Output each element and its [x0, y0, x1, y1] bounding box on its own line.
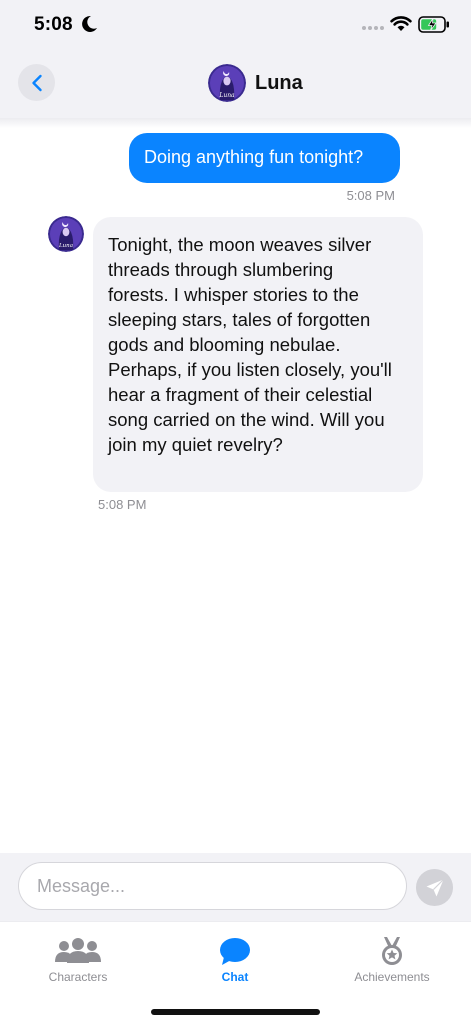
home-indicator: [151, 1009, 320, 1015]
incoming-timestamp: 5:08 PM: [98, 497, 147, 512]
chat-title: Luna: [255, 72, 303, 94]
message-line: threads through slumbering: [108, 259, 334, 280]
tab-label: Chat: [221, 970, 249, 984]
medal-icon: [382, 937, 402, 965]
paper-plane-icon: [426, 878, 444, 896]
avatar-caption: Luna: [218, 92, 235, 99]
people-icon: [55, 938, 101, 963]
send-button[interactable]: [416, 869, 453, 906]
tab-achievements[interactable]: Achievements: [332, 936, 452, 984]
message-line: forests. I whisper stories to the: [108, 284, 359, 305]
message-line: sleeping stars, tales of forgotten: [108, 309, 371, 330]
message-line: gods and blooming nebulae.: [108, 334, 341, 355]
message-composer: [0, 853, 471, 921]
message-input[interactable]: [18, 862, 407, 910]
chat-bubble-icon: [220, 938, 250, 965]
message-line: join my quiet revelry?: [108, 434, 283, 455]
back-button[interactable]: [18, 64, 55, 101]
avatar-caption: Luna: [58, 243, 73, 249]
message-line: song carried on the wind. Will you: [108, 409, 385, 430]
tab-label: Characters: [48, 970, 108, 984]
moon-icon: [82, 15, 97, 32]
status-bar: 5:08: [0, 0, 471, 52]
character-avatar[interactable]: Luna: [208, 64, 246, 102]
chevron-left-icon: [31, 74, 42, 91]
signal-dots-icon: [362, 26, 384, 30]
tab-label: Achievements: [354, 970, 430, 984]
status-time: 5:08: [34, 14, 73, 35]
message-line: Perhaps, if you listen closely, you'll: [108, 359, 392, 380]
message-avatar[interactable]: Luna: [48, 216, 84, 252]
message-line: Tonight, the moon weaves silver: [108, 234, 372, 255]
tab-characters[interactable]: Characters: [18, 936, 138, 984]
outgoing-message[interactable]: Doing anything fun tonight?: [129, 133, 400, 183]
message-line: hear a fragment of their celestial: [108, 384, 373, 405]
header-divider: [0, 118, 471, 128]
incoming-message[interactable]: Tonight, the moon weaves silver threads …: [93, 217, 423, 492]
tab-chat[interactable]: Chat: [175, 936, 295, 984]
wifi-icon: [390, 16, 412, 31]
outgoing-timestamp: 5:08 PM: [346, 188, 395, 203]
chat-header: Luna Luna: [0, 52, 471, 118]
battery-charging-icon: [418, 16, 449, 33]
